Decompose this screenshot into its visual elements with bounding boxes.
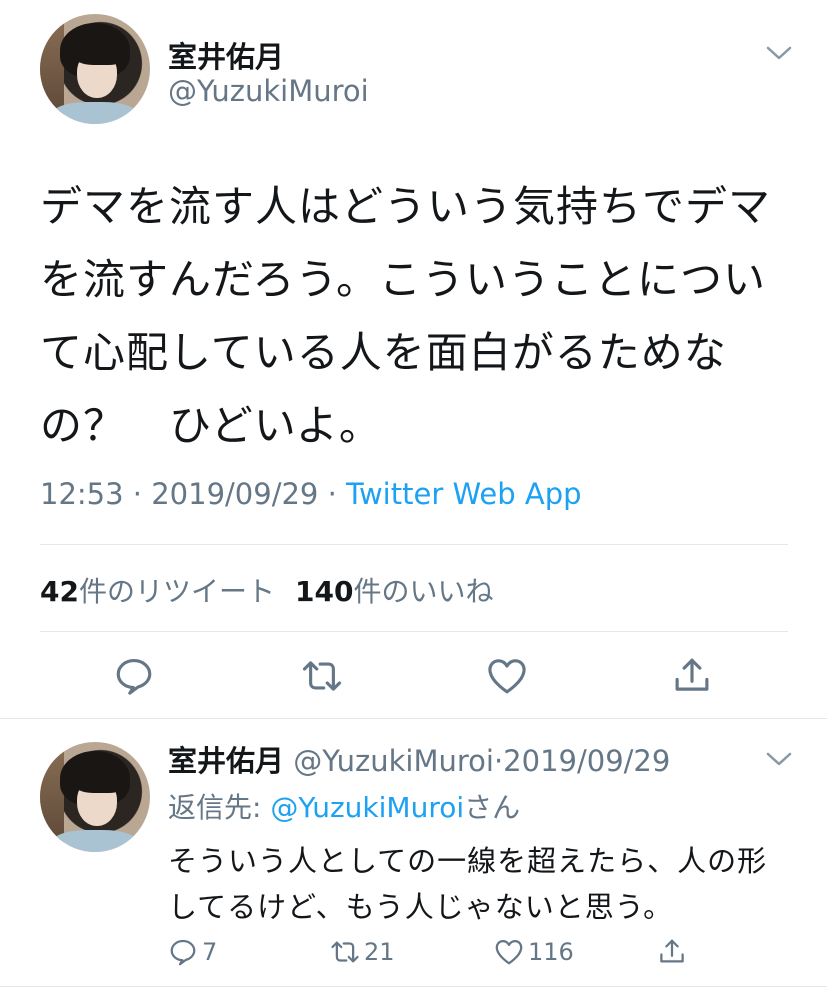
retweet-icon [331,941,359,963]
divider [0,718,827,719]
handle[interactable]: @YuzukiMuroi [293,744,494,778]
tweet-text-line: て心配している人を面白がるためな [40,328,727,377]
share-icon[interactable] [671,655,713,697]
reply-date[interactable]: 2019/09/29 [503,744,670,778]
display-name[interactable]: 室井佑月 [168,744,284,778]
tweet-meta: 12:53 · 2019/09/29 · Twitter Web App [40,477,582,511]
likes-stat[interactable]: 140件のいいね [295,575,493,608]
reply-icon[interactable] [113,655,155,697]
retweet-count: 42 [40,575,79,608]
like-icon[interactable] [486,655,528,697]
reply-text: そういう人としての一線を超えたら、人の形 してるけど、もう人じゃないと思う。 [168,838,788,930]
share-icon [660,939,684,963]
tweet-source-link[interactable]: Twitter Web App [346,477,582,511]
tweet-text-line: の？ ひどいよ。 [40,401,382,450]
like-count: 140 [294,575,354,608]
retweet-label: 件のリツイート [78,575,275,608]
divider [0,986,827,987]
tweet-time: 12:53 [40,477,124,511]
tweet-text-line: デマを流す人はどういう気持ちでデマ [40,182,772,231]
reply-text-line: そういう人としての一線を超えたら、人の形 [168,844,768,878]
retweets-stat[interactable]: 42件のリツイート [40,575,275,608]
chevron-down-icon[interactable] [765,44,793,62]
handle[interactable]: @YuzukiMuroi [168,74,369,108]
like-count: 116 [528,938,574,966]
retweet-button[interactable]: 21 [330,936,395,968]
meta-separator: · [123,477,152,511]
tweet-text: デマを流す人はどういう気持ちでデマ を流すんだろう。こういうことについ て心配し… [40,170,800,462]
reply-button[interactable]: 7 [168,936,217,968]
retweet-icon[interactable] [301,655,343,697]
chevron-down-icon[interactable] [765,750,793,768]
share-button[interactable] [657,936,691,968]
retweet-count: 21 [364,938,395,966]
meta-separator: · [318,477,347,511]
reply-to: 返信先: @YuzukiMuroiさん [168,786,520,826]
tweet-detail-screen: 室井佑月 @YuzukiMuroi デマを流す人はどういう気持ちでデマ を流すん… [0,0,827,990]
reply-to-mention[interactable]: @YuzukiMuroi [270,791,464,824]
reply-count: 7 [202,938,218,966]
reply-to-suffix: さん [464,791,521,824]
divider [40,631,788,632]
reply-icon [170,939,196,966]
avatar[interactable] [40,14,150,124]
tweet-date: 2019/09/29 [151,477,319,511]
like-label: 件のいいね [353,575,494,608]
divider [40,544,788,545]
reply-text-line: してるけど、もう人じゃないと思う。 [168,890,674,924]
reply-to-label: 返信先: [168,791,271,824]
tweet-text-line: を流すんだろう。こういうことについ [40,255,766,304]
reply-header: 室井佑月 @YuzukiMuroi·2019/09/29 [168,738,670,780]
like-button[interactable]: 116 [494,936,574,968]
tweet-stats: 42件のリツイート 140件のいいね [40,570,493,610]
avatar[interactable] [40,742,150,852]
display-name[interactable]: 室井佑月 [168,34,284,76]
meta-dot: · [493,744,504,778]
like-icon [495,940,523,965]
